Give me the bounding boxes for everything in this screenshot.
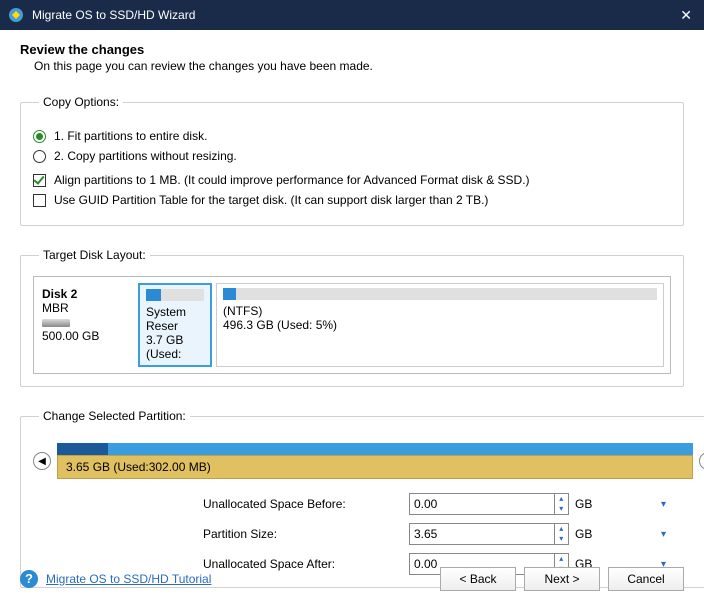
unit-label: GB xyxy=(575,527,655,541)
checkbox-align[interactable] xyxy=(33,174,46,187)
disk-size: 500.00 GB xyxy=(42,329,126,343)
copy-options-legend: Copy Options: xyxy=(39,95,123,109)
checkbox-guid-label: Use GUID Partition Table for the target … xyxy=(54,193,488,207)
unit-label: GB xyxy=(575,497,655,511)
titlebar-text: Migrate OS to SSD/HD Wizard xyxy=(32,8,676,22)
partition-size-field[interactable] xyxy=(410,524,554,544)
help-icon[interactable]: ? xyxy=(20,570,38,588)
cancel-button[interactable]: Cancel xyxy=(608,567,684,591)
page-heading: Review the changes xyxy=(20,42,684,57)
disk-icon xyxy=(42,319,70,327)
target-layout-group: Target Disk Layout: Disk 2 MBR 500.00 GB… xyxy=(20,248,684,387)
unit-dropdown[interactable]: ▾ xyxy=(661,529,691,540)
target-layout-legend: Target Disk Layout: xyxy=(39,248,150,262)
close-icon[interactable]: ✕ xyxy=(676,7,696,24)
disk-type: MBR xyxy=(42,301,126,315)
unit-dropdown[interactable]: ▾ xyxy=(661,499,691,510)
radio-copy-noresize[interactable] xyxy=(33,150,46,163)
slider-summary: 3.65 GB (Used:302.00 MB) xyxy=(57,455,693,479)
app-icon xyxy=(8,7,24,23)
spinner-up-icon[interactable]: ▴ xyxy=(554,494,568,504)
checkbox-align-label: Align partitions to 1 MB. (It could impr… xyxy=(54,173,530,187)
page-subheading: On this page you can review the changes … xyxy=(34,59,684,73)
partition-detail: 496.3 GB (Used: 5%) xyxy=(223,318,657,332)
disk-name: Disk 2 xyxy=(42,287,126,301)
spinner-down-icon[interactable]: ▾ xyxy=(554,534,568,544)
slider-right-button[interactable]: ▶ xyxy=(699,452,704,470)
spinner-down-icon[interactable]: ▾ xyxy=(554,504,568,514)
copy-options-group: Copy Options: 1. Fit partitions to entir… xyxy=(20,95,684,226)
unalloc-before-field[interactable] xyxy=(410,494,554,514)
unalloc-before-input[interactable]: ▴▾ xyxy=(409,493,569,515)
partition-ntfs[interactable]: (NTFS) 496.3 GB (Used: 5%) xyxy=(216,283,664,367)
radio-copy-label: 2. Copy partitions without resizing. xyxy=(54,149,237,163)
unalloc-before-label: Unallocated Space Before: xyxy=(203,497,403,511)
footer: ? Migrate OS to SSD/HD Tutorial < Back N… xyxy=(0,557,704,605)
titlebar: Migrate OS to SSD/HD Wizard ✕ xyxy=(0,0,704,30)
partition-size-label: Partition Size: xyxy=(203,527,403,541)
partition-size-input[interactable]: ▴▾ xyxy=(409,523,569,545)
next-button[interactable]: Next > xyxy=(524,567,600,591)
tutorial-link[interactable]: Migrate OS to SSD/HD Tutorial xyxy=(46,572,432,586)
partition-system-reserved[interactable]: System Reser 3.7 GB (Used: xyxy=(138,283,212,367)
back-button[interactable]: < Back xyxy=(440,567,516,591)
disk-info: Disk 2 MBR 500.00 GB xyxy=(40,283,134,367)
radio-fit-partitions[interactable] xyxy=(33,130,46,143)
checkbox-guid[interactable] xyxy=(33,194,46,207)
partition-label: System Reser xyxy=(146,305,204,333)
partition-slider[interactable]: 3.65 GB (Used:302.00 MB) xyxy=(57,443,693,479)
partition-detail: 3.7 GB (Used: xyxy=(146,333,204,361)
radio-fit-label: 1. Fit partitions to entire disk. xyxy=(54,129,207,143)
spinner-up-icon[interactable]: ▴ xyxy=(554,524,568,534)
change-partition-legend: Change Selected Partition: xyxy=(39,409,190,423)
partition-label: (NTFS) xyxy=(223,304,657,318)
slider-left-button[interactable]: ◀ xyxy=(33,452,51,470)
